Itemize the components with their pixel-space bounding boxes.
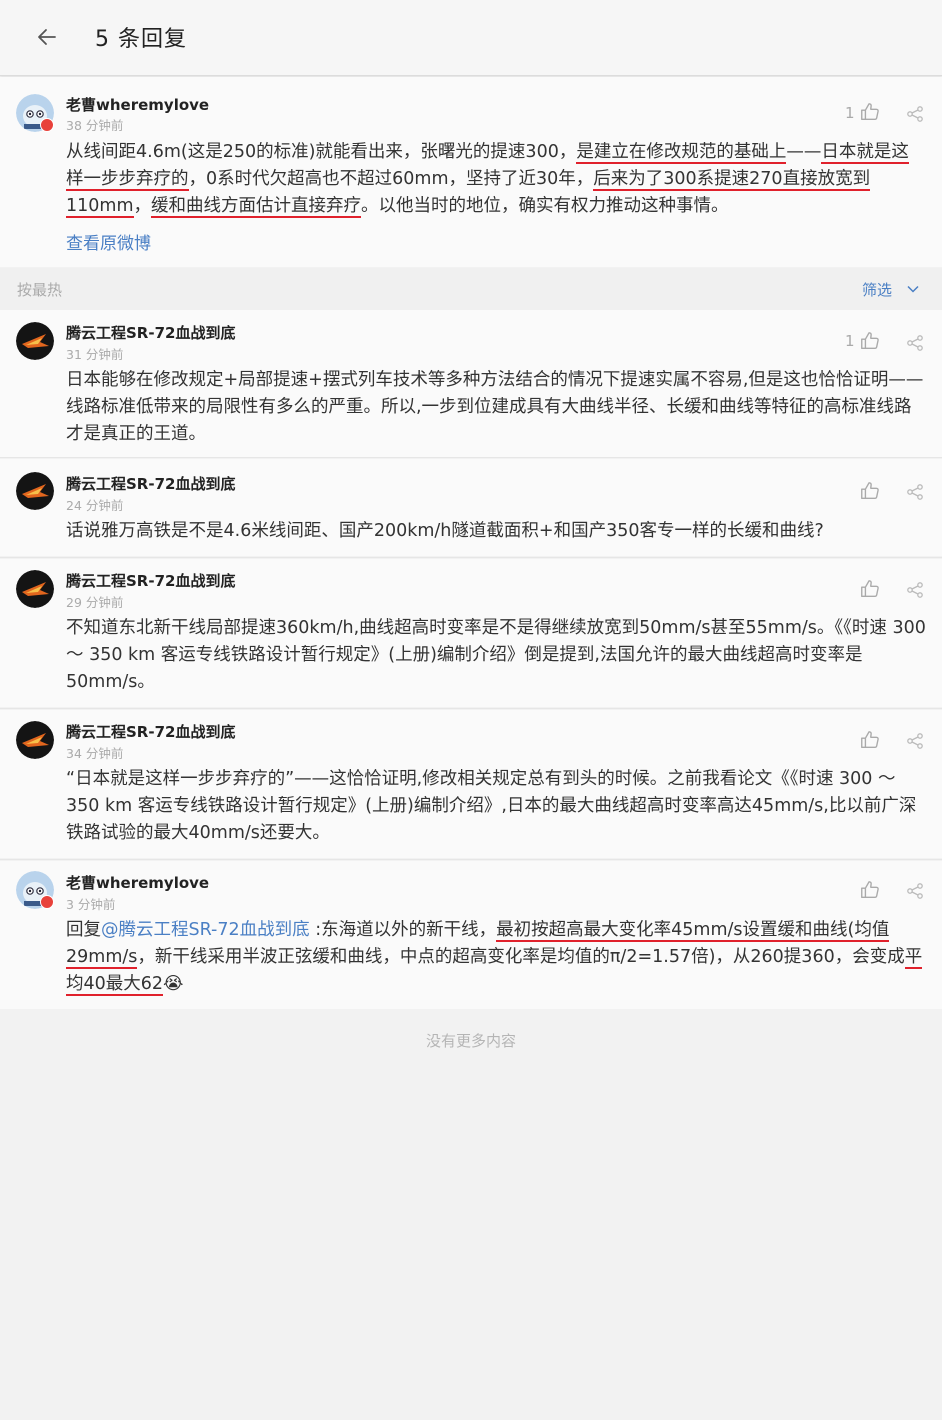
thumbs-up-icon[interactable] (859, 480, 881, 502)
like-count: 1 (845, 332, 855, 350)
thumbs-up-icon[interactable] (859, 330, 881, 352)
like-count: 1 (845, 104, 855, 122)
text-segment: ，新干线采用半波正弦缓和曲线，中点的超高变化率是均值的π/2=1.57倍)，从2… (137, 947, 905, 967)
mention-link[interactable]: @腾云工程SR-72血战到底 (101, 920, 310, 940)
author-name[interactable]: 腾云工程SR-72血战到底 (66, 473, 235, 494)
avatar[interactable] (16, 472, 54, 510)
text-segment: 不知道东北新干线局部提速360km/h,曲线超高时变率是不是得继续放宽到50mm… (66, 618, 926, 692)
thumbs-up-icon[interactable] (859, 101, 881, 123)
text-segment: 日本能够在修改规定+局部提速+摆式列车技术等多种方法结合的情况下提速实属不容易,… (66, 370, 924, 444)
share-icon[interactable] (906, 483, 924, 501)
reply-time: 29 分钟前 (66, 595, 124, 610)
reply-item: 老曹wheremylove 3 分钟前 回复@腾云工程SR-72血战到底 :东海… (0, 861, 942, 1009)
reply-text: 话说雅万高铁是不是4.6米线间距、国产200km/h隧道截面积+和国产350客专… (66, 518, 928, 545)
reply-item: 腾云工程SR-72血战到底 31 分钟前 1 日本能够在修改规定+局部提速+摆式… (0, 310, 942, 457)
share-icon[interactable] (906, 732, 924, 750)
reply-text: “日本就是这样一步步弃疗的”——这恰恰证明,修改相关规定总有到头的时候。之前我看… (66, 766, 928, 847)
reply-time: 31 分钟前 (66, 347, 124, 362)
reply-time: 24 分钟前 (66, 498, 124, 513)
share-icon[interactable] (906, 581, 924, 599)
text-segment: 回复 (66, 920, 101, 940)
avatar[interactable] (16, 570, 54, 608)
post-time: 38 分钟前 (66, 118, 124, 133)
sort-bar: 按最热 筛选 (0, 268, 942, 310)
author-name[interactable]: 腾云工程SR-72血战到底 (66, 322, 235, 343)
reply-item: 腾云工程SR-72血战到底 24 分钟前 话说雅万高铁是不是4.6米线间距、国产… (0, 459, 942, 556)
reply-text: 回复@腾云工程SR-72血战到底 :东海道以外的新干线，最初按超高最大变化率45… (66, 917, 928, 998)
text-segment: “日本就是这样一步步弃疗的”——这恰恰证明,修改相关规定总有到头的时候。之前我看… (66, 769, 917, 843)
thumbs-up-icon[interactable] (859, 578, 881, 600)
share-icon[interactable] (906, 882, 924, 900)
text-segment: 话说雅万高铁是不是4.6米线间距、国产200km/h隧道截面积+和国产350客专… (66, 521, 824, 541)
divider (0, 557, 942, 558)
filter-button[interactable]: 筛选 (862, 279, 892, 300)
text-segment: 😭 (163, 974, 184, 994)
chevron-down-icon[interactable] (906, 282, 920, 296)
share-icon[interactable] (906, 105, 924, 123)
share-icon[interactable] (906, 334, 924, 352)
no-more-content: 没有更多内容 (425, 1032, 516, 1050)
post-text: 从线间距4.6m(这是250的标准)就能看出来，张曙光的提速300，是建立在修改… (66, 139, 916, 220)
verified-badge (40, 118, 54, 132)
page-title: 5 条回复 (95, 27, 187, 52)
view-original-weibo-link[interactable]: 查看原微博 (66, 229, 151, 254)
author-name[interactable]: 腾云工程SR-72血战到底 (66, 570, 235, 591)
text-segment: 。以他当时的地位，确实有权力推动这种事情。 (361, 196, 729, 216)
reply-text: 日本能够在修改规定+局部提速+摆式列车技术等多种方法结合的情况下提速实属不容易,… (66, 367, 928, 448)
top-bar: 5 条回复 (0, 0, 942, 76)
text-segment: —— (786, 142, 822, 162)
divider (0, 708, 942, 709)
reply-text: 不知道东北新干线局部提速360km/h,曲线超高时变率是不是得继续放宽到50mm… (66, 615, 928, 696)
verified-badge (40, 895, 54, 909)
avatar[interactable] (16, 322, 54, 360)
thumbs-up-icon[interactable] (859, 729, 881, 751)
text-segment: ，0系时代欠超高也不超过60mm，坚持了近30年， (188, 169, 594, 189)
thumbs-up-icon[interactable] (859, 879, 881, 901)
text-segment: :东海道以外的新干线， (309, 920, 497, 940)
back-arrow-icon[interactable] (34, 24, 60, 50)
reply-time: 34 分钟前 (66, 746, 124, 761)
highlighted-text: 是建立在修改规范的基础上 (576, 142, 787, 164)
text-segment: 从线间距4.6m(这是250的标准)就能看出来，张曙光的提速300， (66, 142, 577, 162)
divider (0, 859, 942, 860)
original-post: 老曹wheremylove 38 分钟前 1 从线间距4.6m(这是250的标准… (0, 77, 942, 267)
author-name[interactable]: 腾云工程SR-72血战到底 (66, 721, 235, 742)
reply-item: 腾云工程SR-72血战到底 34 分钟前 “日本就是这样一步步弃疗的”——这恰恰… (0, 710, 942, 858)
avatar[interactable] (16, 721, 54, 759)
highlighted-text: 缓和曲线方面估计直接弃疗 (151, 196, 361, 218)
divider (0, 457, 942, 458)
author-name[interactable]: 老曹wheremylove (66, 872, 209, 893)
text-segment: ， (133, 196, 152, 216)
sort-label[interactable]: 按最热 (17, 279, 62, 300)
reply-time: 3 分钟前 (66, 897, 116, 912)
author-name[interactable]: 老曹wheremylove (66, 94, 209, 115)
reply-item: 腾云工程SR-72血战到底 29 分钟前 不知道东北新干线局部提速360km/h… (0, 559, 942, 707)
